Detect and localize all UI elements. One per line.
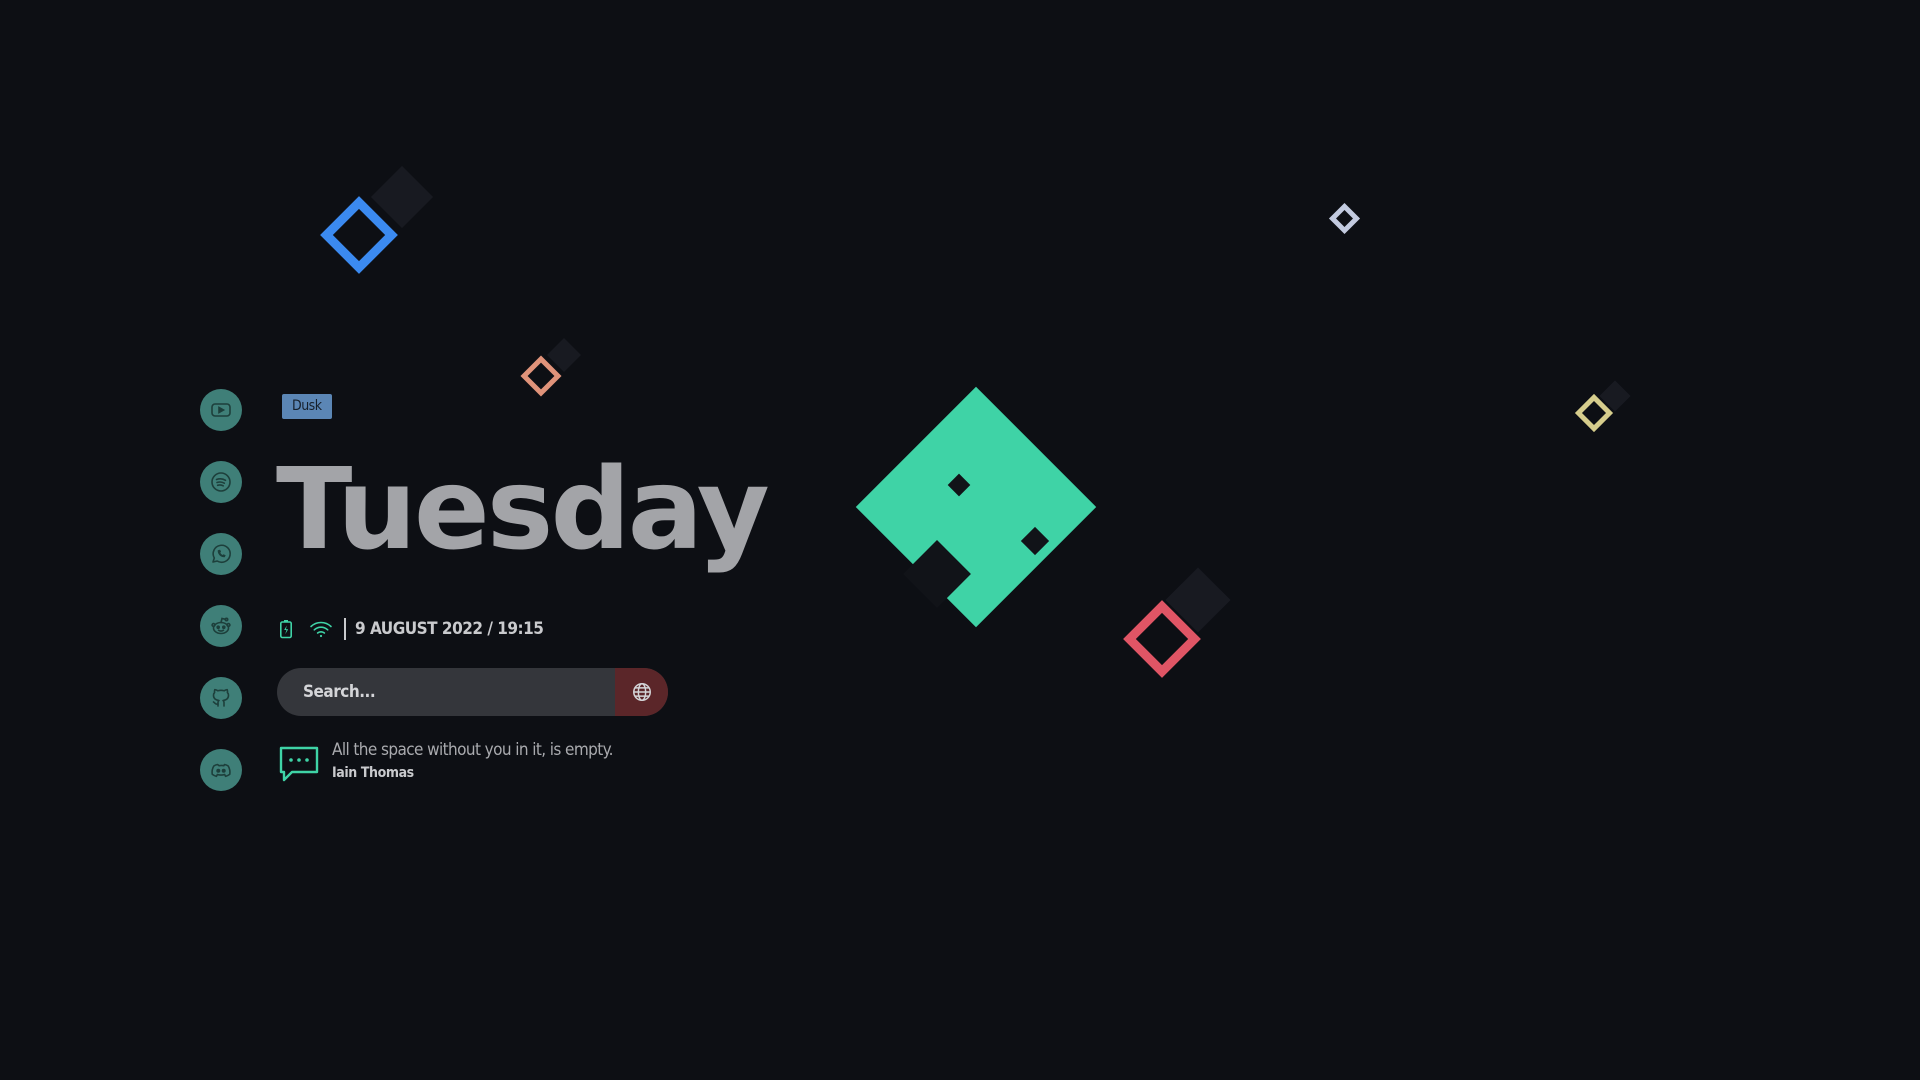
reddit-link[interactable] xyxy=(200,605,242,647)
search-input[interactable] xyxy=(277,668,615,716)
date-time: 9 AUGUST 2022 / 19:15 xyxy=(355,619,544,639)
wifi-icon xyxy=(310,621,332,638)
search-engine-button[interactable] xyxy=(615,668,668,716)
teal-diamond xyxy=(855,386,1097,628)
discord-link[interactable] xyxy=(200,749,242,791)
white-diamond xyxy=(1328,202,1361,235)
youtube-icon xyxy=(211,403,231,417)
search-bar xyxy=(277,668,668,716)
chat-icon xyxy=(279,746,319,782)
weekday-heading: Tuesday xyxy=(276,445,770,575)
blue-diamond xyxy=(320,196,398,274)
battery-icon xyxy=(279,620,292,639)
orange-diamond xyxy=(520,355,562,397)
youtube-link[interactable] xyxy=(200,389,242,431)
theme-tag: Dusk xyxy=(282,394,332,419)
homepage: Dusk Tuesday 9 AUGUST 2022 / 19:15 All t… xyxy=(0,0,1920,1080)
status-separator xyxy=(344,618,346,640)
yellow-diamond xyxy=(1574,393,1614,433)
whatsapp-link[interactable] xyxy=(200,533,242,575)
status-bar: 9 AUGUST 2022 / 19:15 xyxy=(279,616,544,642)
spotify-link[interactable] xyxy=(200,461,242,503)
reddit-icon xyxy=(211,617,231,635)
github-link[interactable] xyxy=(200,677,242,719)
discord-icon xyxy=(211,763,231,778)
whatsapp-icon xyxy=(212,544,231,564)
github-icon xyxy=(212,688,230,707)
quote-text: All the space without you in it, is empt… xyxy=(332,740,614,760)
spotify-icon xyxy=(211,472,231,492)
quote-author: Iain Thomas xyxy=(332,765,414,781)
globe-icon xyxy=(632,683,651,701)
